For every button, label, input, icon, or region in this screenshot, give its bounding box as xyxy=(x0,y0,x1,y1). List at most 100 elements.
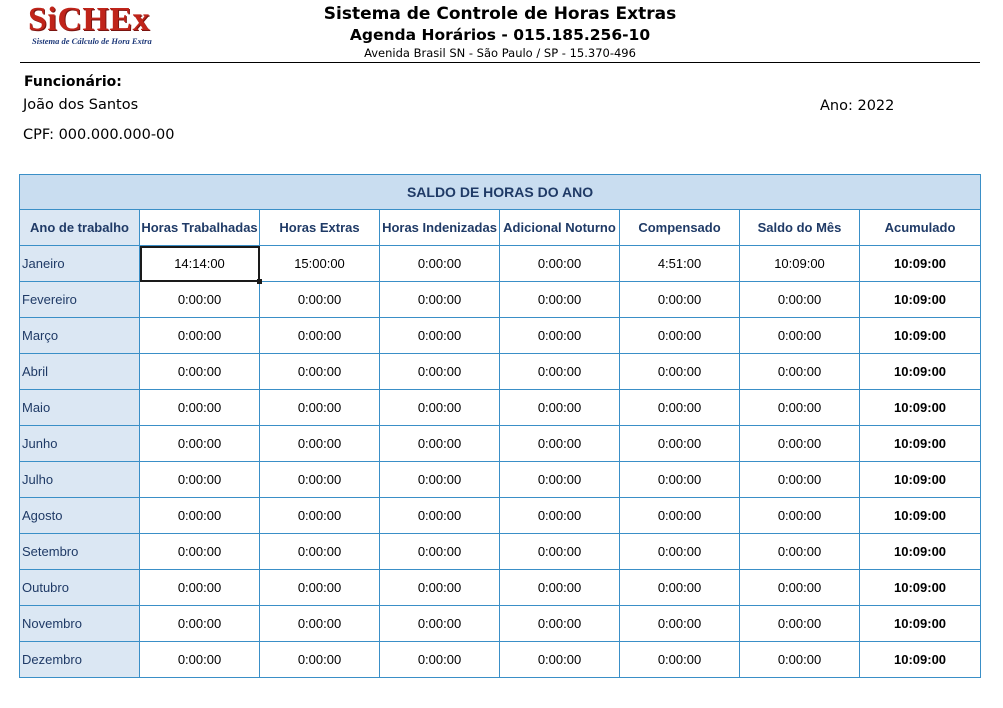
month-cell[interactable]: Junho xyxy=(19,425,140,462)
month-balance-cell[interactable]: 0:00:00 xyxy=(739,317,860,354)
accumulated-cell[interactable]: 10:09:00 xyxy=(858,497,982,534)
month-balance-cell[interactable]: 0:00:00 xyxy=(739,389,860,426)
month-balance-cell[interactable]: 0:00:00 xyxy=(739,569,860,606)
month-balance-cell[interactable]: 0:00:00 xyxy=(739,353,860,390)
indemnified-hours-cell[interactable]: 0:00:00 xyxy=(379,605,500,642)
night-shift-cell[interactable]: 0:00:00 xyxy=(499,389,620,426)
month-cell[interactable]: Agosto xyxy=(19,497,140,534)
extra-hours-header[interactable]: Horas Extras xyxy=(259,209,380,246)
worked-hours-cell[interactable]: 0:00:00 xyxy=(139,641,260,678)
month-balance-cell[interactable]: 0:00:00 xyxy=(739,281,860,318)
indemnified-hours-cell[interactable]: 0:00:00 xyxy=(379,353,500,390)
worked-hours-cell[interactable]: 0:00:00 xyxy=(139,425,260,462)
extra-hours-cell[interactable]: 0:00:00 xyxy=(259,353,380,390)
worked-hours-cell[interactable]: 0:00:00 xyxy=(139,605,260,642)
month-cell[interactable]: Março xyxy=(19,317,140,354)
month-balance-cell[interactable]: 0:00:00 xyxy=(739,641,860,678)
accumulated-cell[interactable]: 10:09:00 xyxy=(858,533,982,570)
extra-hours-cell[interactable]: 0:00:00 xyxy=(259,497,380,534)
month-cell[interactable]: Setembro xyxy=(19,533,140,570)
extra-hours-cell[interactable]: 0:00:00 xyxy=(259,389,380,426)
night-shift-header[interactable]: Adicional Noturno xyxy=(499,209,620,246)
accumulated-cell[interactable]: 10:09:00 xyxy=(858,641,982,678)
accumulated-cell[interactable]: 10:09:00 xyxy=(858,389,982,426)
accumulated-cell[interactable]: 10:09:00 xyxy=(858,605,982,642)
night-shift-cell[interactable]: 0:00:00 xyxy=(499,317,620,354)
worked-hours-cell[interactable]: 0:00:00 xyxy=(139,533,260,570)
night-shift-cell[interactable]: 0:00:00 xyxy=(499,425,620,462)
accumulated-cell[interactable]: 10:09:00 xyxy=(858,317,982,354)
indemnified-hours-cell[interactable]: 0:00:00 xyxy=(379,425,500,462)
extra-hours-cell[interactable]: 0:00:00 xyxy=(259,605,380,642)
indemnified-hours-cell[interactable]: 0:00:00 xyxy=(379,461,500,498)
accumulated-cell[interactable]: 10:09:00 xyxy=(858,569,982,606)
month-cell[interactable]: Julho xyxy=(19,461,140,498)
indemnified-hours-cell[interactable]: 0:00:00 xyxy=(379,569,500,606)
year-header[interactable]: Ano de trabalho xyxy=(19,209,140,246)
accumulated-cell[interactable]: 10:09:00 xyxy=(858,353,982,390)
night-shift-cell[interactable]: 0:00:00 xyxy=(499,569,620,606)
worked-hours-cell[interactable]: 0:00:00 xyxy=(139,353,260,390)
month-balance-cell[interactable]: 0:00:00 xyxy=(739,425,860,462)
worked-hours-cell[interactable]: 0:00:00 xyxy=(139,317,260,354)
compensated-cell[interactable]: 0:00:00 xyxy=(619,281,740,318)
worked-hours-cell[interactable]: 0:00:00 xyxy=(139,389,260,426)
extra-hours-cell[interactable]: 15:00:00 xyxy=(259,245,380,282)
indemnified-hours-header[interactable]: Horas Indenizadas xyxy=(379,209,500,246)
indemnified-hours-cell[interactable]: 0:00:00 xyxy=(379,317,500,354)
compensated-header[interactable]: Compensado xyxy=(619,209,740,246)
compensated-cell[interactable]: 0:00:00 xyxy=(619,317,740,354)
compensated-cell[interactable]: 0:00:00 xyxy=(619,569,740,606)
compensated-cell[interactable]: 4:51:00 xyxy=(619,245,740,282)
extra-hours-cell[interactable]: 0:00:00 xyxy=(259,281,380,318)
month-cell[interactable]: Novembro xyxy=(19,605,140,642)
compensated-cell[interactable]: 0:00:00 xyxy=(619,389,740,426)
night-shift-cell[interactable]: 0:00:00 xyxy=(499,605,620,642)
month-balance-cell[interactable]: 0:00:00 xyxy=(739,533,860,570)
worked-hours-header[interactable]: Horas Trabalhadas xyxy=(139,209,260,246)
month-balance-cell[interactable]: 0:00:00 xyxy=(739,461,860,498)
night-shift-cell[interactable]: 0:00:00 xyxy=(499,533,620,570)
extra-hours-cell[interactable]: 0:00:00 xyxy=(259,533,380,570)
selected-cell[interactable]: 14:14:00 xyxy=(139,245,262,284)
night-shift-cell[interactable]: 0:00:00 xyxy=(499,353,620,390)
worked-hours-cell[interactable]: 0:00:00 xyxy=(139,461,260,498)
night-shift-cell[interactable]: 0:00:00 xyxy=(499,641,620,678)
month-cell[interactable]: Janeiro xyxy=(19,245,140,282)
extra-hours-cell[interactable]: 0:00:00 xyxy=(259,641,380,678)
month-cell[interactable]: Dezembro xyxy=(19,641,140,678)
night-shift-cell[interactable]: 0:00:00 xyxy=(499,245,620,282)
accumulated-cell[interactable]: 10:09:00 xyxy=(858,245,982,282)
month-cell[interactable]: Fevereiro xyxy=(19,281,140,318)
compensated-cell[interactable]: 0:00:00 xyxy=(619,425,740,462)
compensated-cell[interactable]: 0:00:00 xyxy=(619,533,740,570)
compensated-cell[interactable]: 0:00:00 xyxy=(619,641,740,678)
indemnified-hours-cell[interactable]: 0:00:00 xyxy=(379,641,500,678)
worked-hours-cell[interactable]: 0:00:00 xyxy=(139,281,260,318)
extra-hours-cell[interactable]: 0:00:00 xyxy=(259,317,380,354)
night-shift-cell[interactable]: 0:00:00 xyxy=(499,497,620,534)
extra-hours-cell[interactable]: 0:00:00 xyxy=(259,569,380,606)
accumulated-header[interactable]: Acumulado xyxy=(858,209,982,246)
fill-handle[interactable] xyxy=(257,279,262,284)
extra-hours-cell[interactable]: 0:00:00 xyxy=(259,425,380,462)
night-shift-cell[interactable]: 0:00:00 xyxy=(499,461,620,498)
worked-hours-cell[interactable]: 0:00:00 xyxy=(139,497,260,534)
month-balance-header[interactable]: Saldo do Mês xyxy=(739,209,860,246)
compensated-cell[interactable]: 0:00:00 xyxy=(619,497,740,534)
extra-hours-cell[interactable]: 0:00:00 xyxy=(259,461,380,498)
month-balance-cell[interactable]: 0:00:00 xyxy=(739,605,860,642)
indemnified-hours-cell[interactable]: 0:00:00 xyxy=(379,245,500,282)
month-balance-cell[interactable]: 10:09:00 xyxy=(739,245,860,282)
indemnified-hours-cell[interactable]: 0:00:00 xyxy=(379,281,500,318)
compensated-cell[interactable]: 0:00:00 xyxy=(619,461,740,498)
month-cell[interactable]: Abril xyxy=(19,353,140,390)
worked-hours-cell[interactable]: 0:00:00 xyxy=(139,569,260,606)
accumulated-cell[interactable]: 10:09:00 xyxy=(858,425,982,462)
compensated-cell[interactable]: 0:00:00 xyxy=(619,605,740,642)
month-cell[interactable]: Outubro xyxy=(19,569,140,606)
night-shift-cell[interactable]: 0:00:00 xyxy=(499,281,620,318)
indemnified-hours-cell[interactable]: 0:00:00 xyxy=(379,389,500,426)
month-balance-cell[interactable]: 0:00:00 xyxy=(739,497,860,534)
compensated-cell[interactable]: 0:00:00 xyxy=(619,353,740,390)
